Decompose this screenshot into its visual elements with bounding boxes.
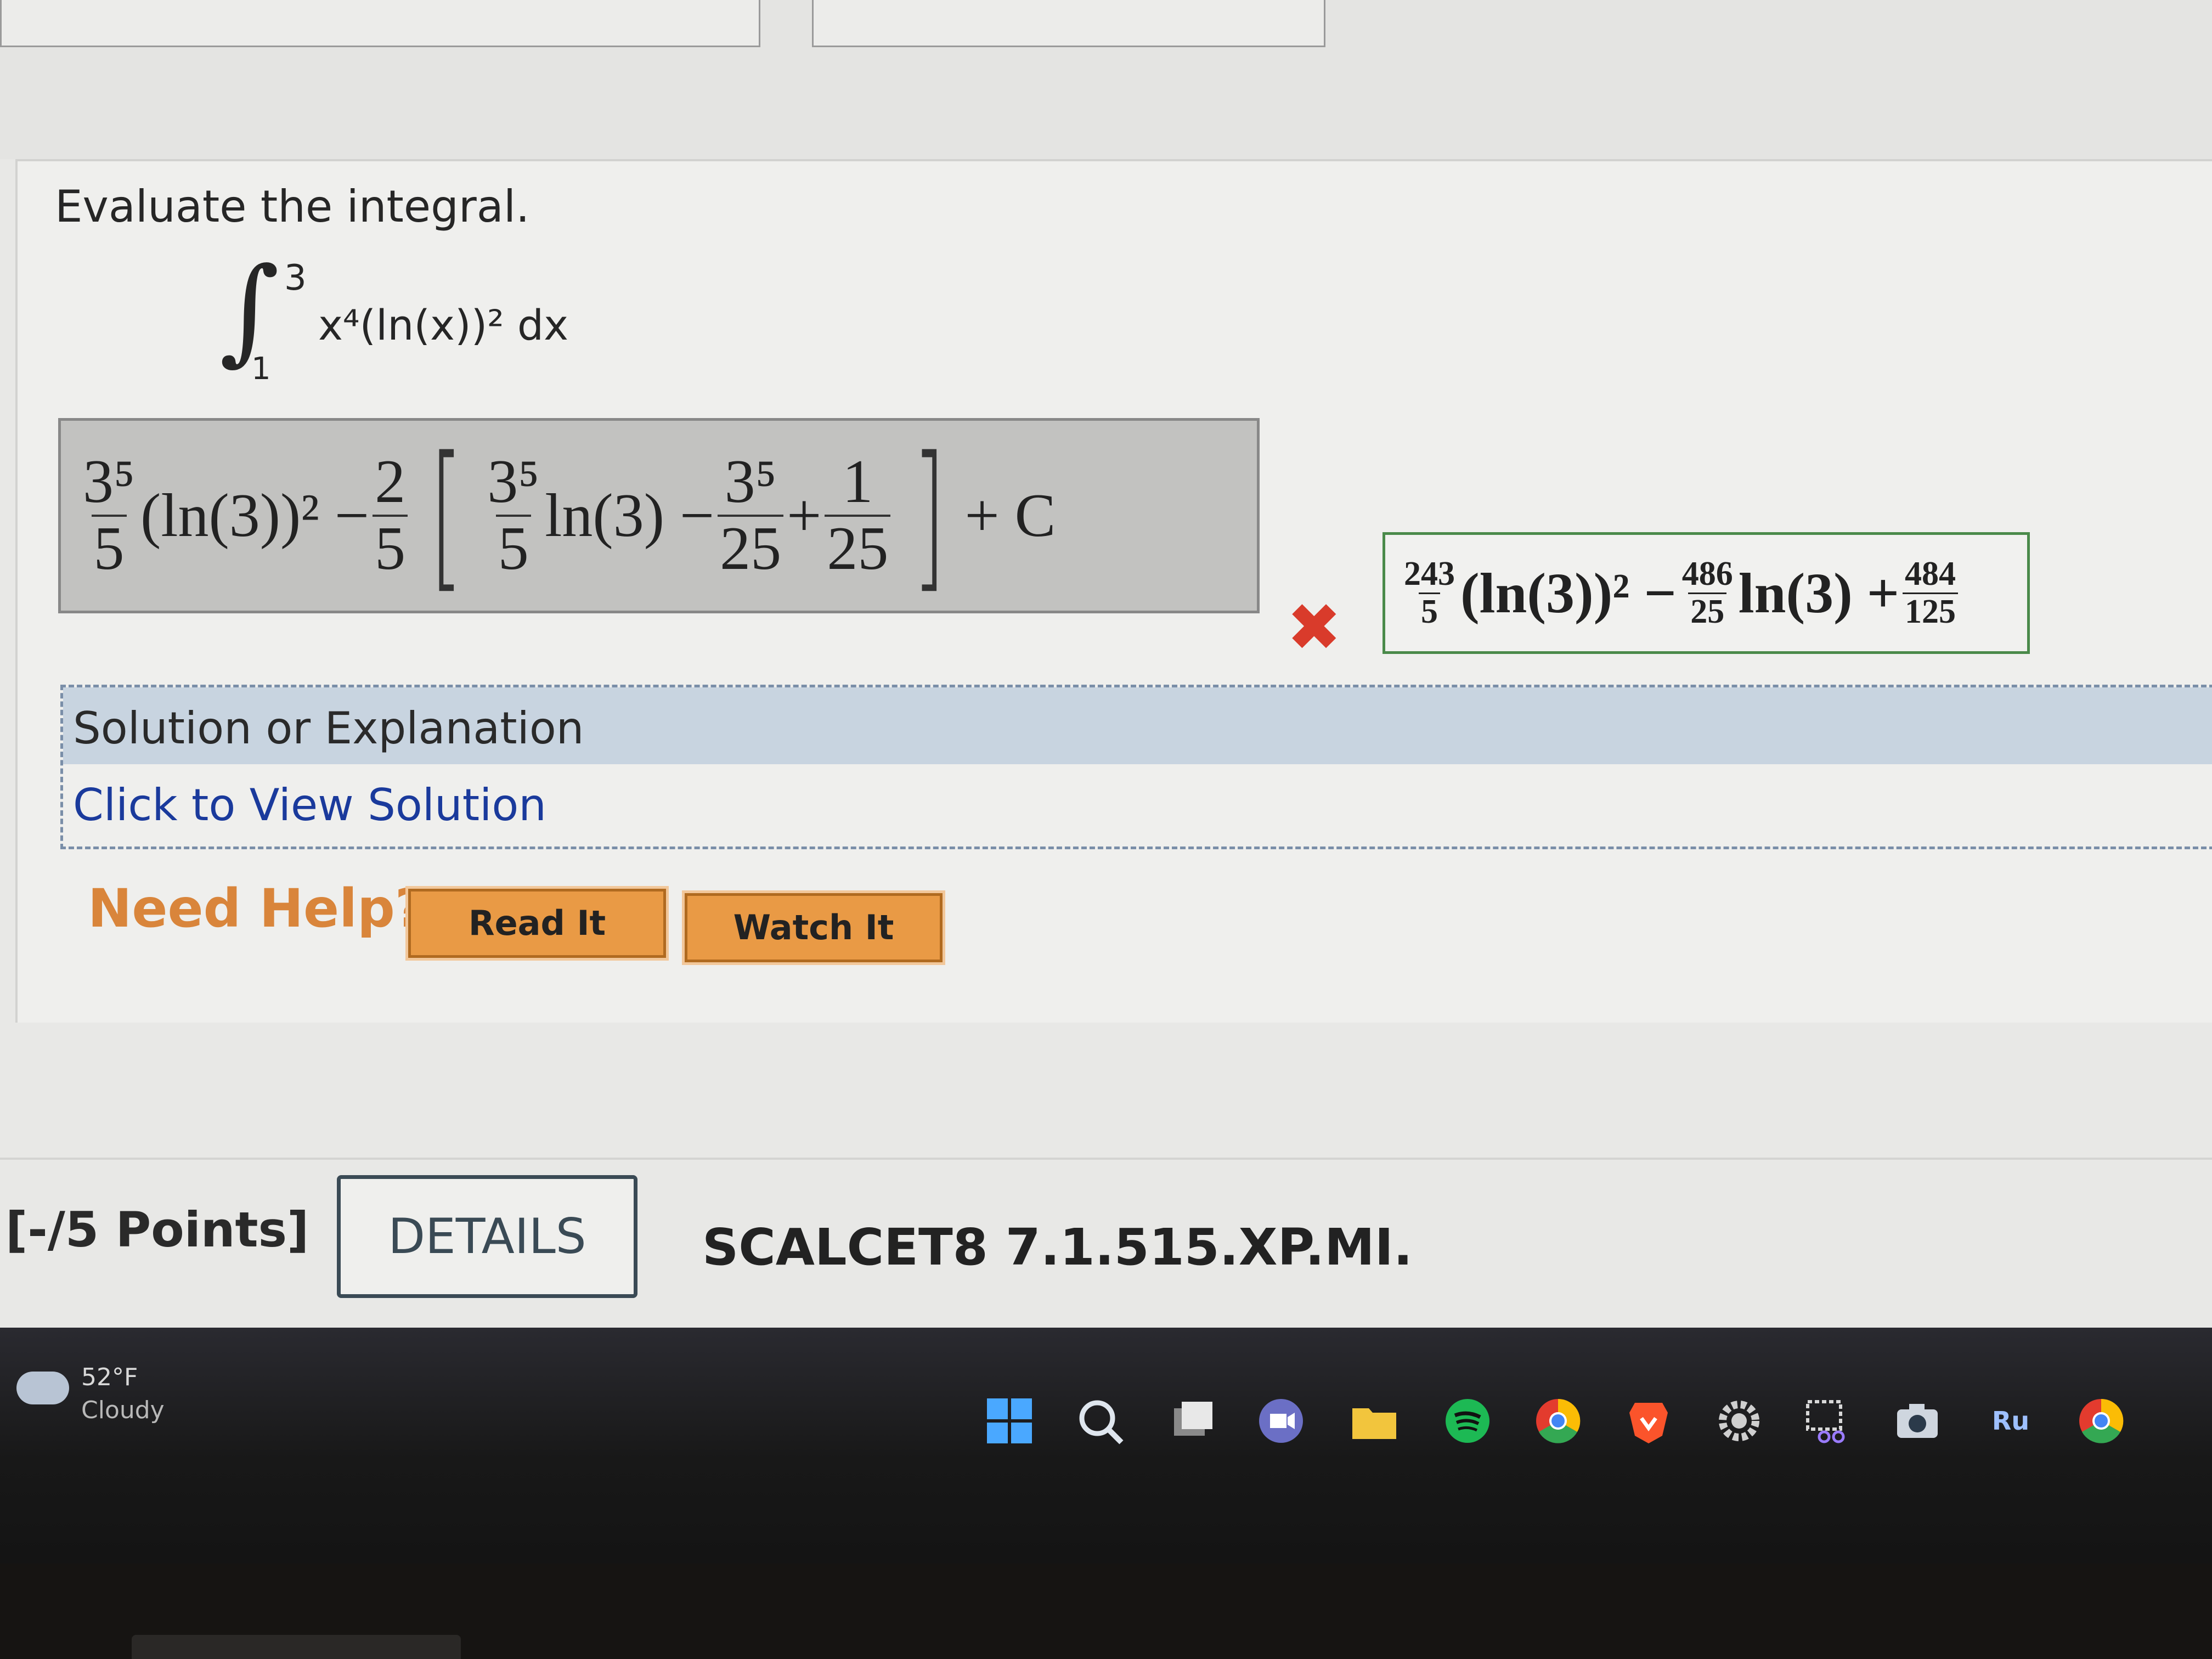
open-bracket: [ (429, 423, 464, 608)
numerator: 3⁵ (487, 448, 540, 516)
answer-text: (ln(3))² − (140, 481, 370, 550)
correct-answer-box: 243 5 (ln(3))² − 486 25 ln(3) + 484 125 (1383, 532, 2030, 654)
numerator: 3⁵ (83, 448, 136, 516)
answer-text: ln(3) − (545, 481, 715, 550)
numerator: 484 (1904, 555, 1956, 593)
student-answer-field[interactable]: 3⁵ 5 (ln(3))² − 25 [ 3⁵ 5 ln(3) − 3⁵ 25 + 1… (58, 418, 1260, 613)
windows-start-icon[interactable] (985, 1396, 1034, 1446)
integral-lower-limit: 1 (251, 351, 271, 387)
watch-it-button[interactable]: Watch It (682, 890, 945, 965)
integrand: x⁴(ln(x))² dx (318, 301, 569, 349)
language-indicator[interactable]: Ru (1986, 1396, 2035, 1446)
integral-expression: ∫ 3 1 x⁴(ln(x))² dx (219, 252, 614, 395)
fraction: 1 25 (825, 448, 891, 582)
snipping-tool-icon[interactable] (1802, 1396, 1852, 1446)
previous-question-strip (0, 0, 2212, 159)
fraction: 243 5 (1402, 556, 1457, 629)
denominator: 5 (495, 515, 531, 582)
numerator: 243 (1404, 555, 1455, 593)
numerator: 2 (375, 448, 406, 516)
chrome-icon[interactable] (1533, 1396, 1583, 1446)
search-icon[interactable] (1075, 1396, 1125, 1446)
close-bracket: ] (912, 423, 947, 608)
settings-icon[interactable] (1714, 1396, 1764, 1446)
spotify-icon[interactable] (1443, 1396, 1492, 1446)
weather-temperature[interactable]: 52°F (81, 1363, 138, 1391)
divider (0, 1158, 2212, 1160)
numerator: 1 (842, 448, 873, 516)
answer-text: ln(3) + (1738, 561, 1899, 625)
numerator: 486 (1681, 555, 1733, 593)
answer-text: + (787, 481, 822, 550)
integral-sign-icon: ∫ (219, 242, 280, 377)
numerator: 3⁵ (724, 448, 777, 516)
chrome-profile-icon[interactable] (2076, 1396, 2126, 1446)
denominator: 25 (718, 515, 784, 582)
task-view-icon[interactable] (1169, 1396, 1218, 1446)
fraction: 25 (373, 450, 408, 581)
solution-panel: Solution or Explanation Click to View So… (60, 685, 2212, 849)
details-button[interactable]: DETAILS (337, 1175, 637, 1298)
teams-icon[interactable] (1256, 1396, 1306, 1446)
previous-answer-box-2 (812, 0, 1325, 47)
read-it-button[interactable]: Read It (405, 886, 669, 961)
denominator: 5 (373, 515, 408, 582)
denominator: 25 (1688, 592, 1727, 630)
laptop-hinge (132, 1635, 461, 1659)
fraction: 3⁵ 5 (485, 450, 541, 581)
cloud-icon[interactable] (16, 1372, 69, 1404)
answer-text: (ln(3))² − (1460, 561, 1677, 625)
fraction: 484 125 (1902, 555, 1958, 630)
points-label: [-/5 Points] (5, 1201, 309, 1258)
denominator: 25 (825, 515, 891, 582)
need-help-label: Need Help? (88, 878, 426, 939)
integral-upper-limit: 3 (284, 258, 307, 298)
fraction: 486 25 (1680, 556, 1735, 629)
camera-icon[interactable] (1893, 1396, 1942, 1446)
problem-id: SCALCET8 7.1.515.XP.MI. (702, 1218, 1413, 1277)
denominator: 5 (91, 515, 127, 582)
file-explorer-icon[interactable] (1350, 1396, 1399, 1446)
denominator: 125 (1902, 592, 1958, 630)
weather-condition[interactable]: Cloudy (81, 1396, 165, 1424)
view-solution-link[interactable]: Click to View Solution (73, 780, 546, 831)
fraction: 3⁵ 5 (81, 450, 137, 581)
answer-text: + C (964, 481, 1056, 550)
incorrect-x-icon: ✖ (1286, 590, 1342, 666)
solution-title: Solution or Explanation (73, 703, 584, 754)
fraction: 3⁵ 25 (718, 448, 784, 582)
question-prompt: Evaluate the integral. (55, 181, 530, 232)
previous-answer-box (0, 0, 760, 47)
brave-icon[interactable] (1624, 1396, 1673, 1446)
denominator: 5 (1419, 592, 1440, 630)
